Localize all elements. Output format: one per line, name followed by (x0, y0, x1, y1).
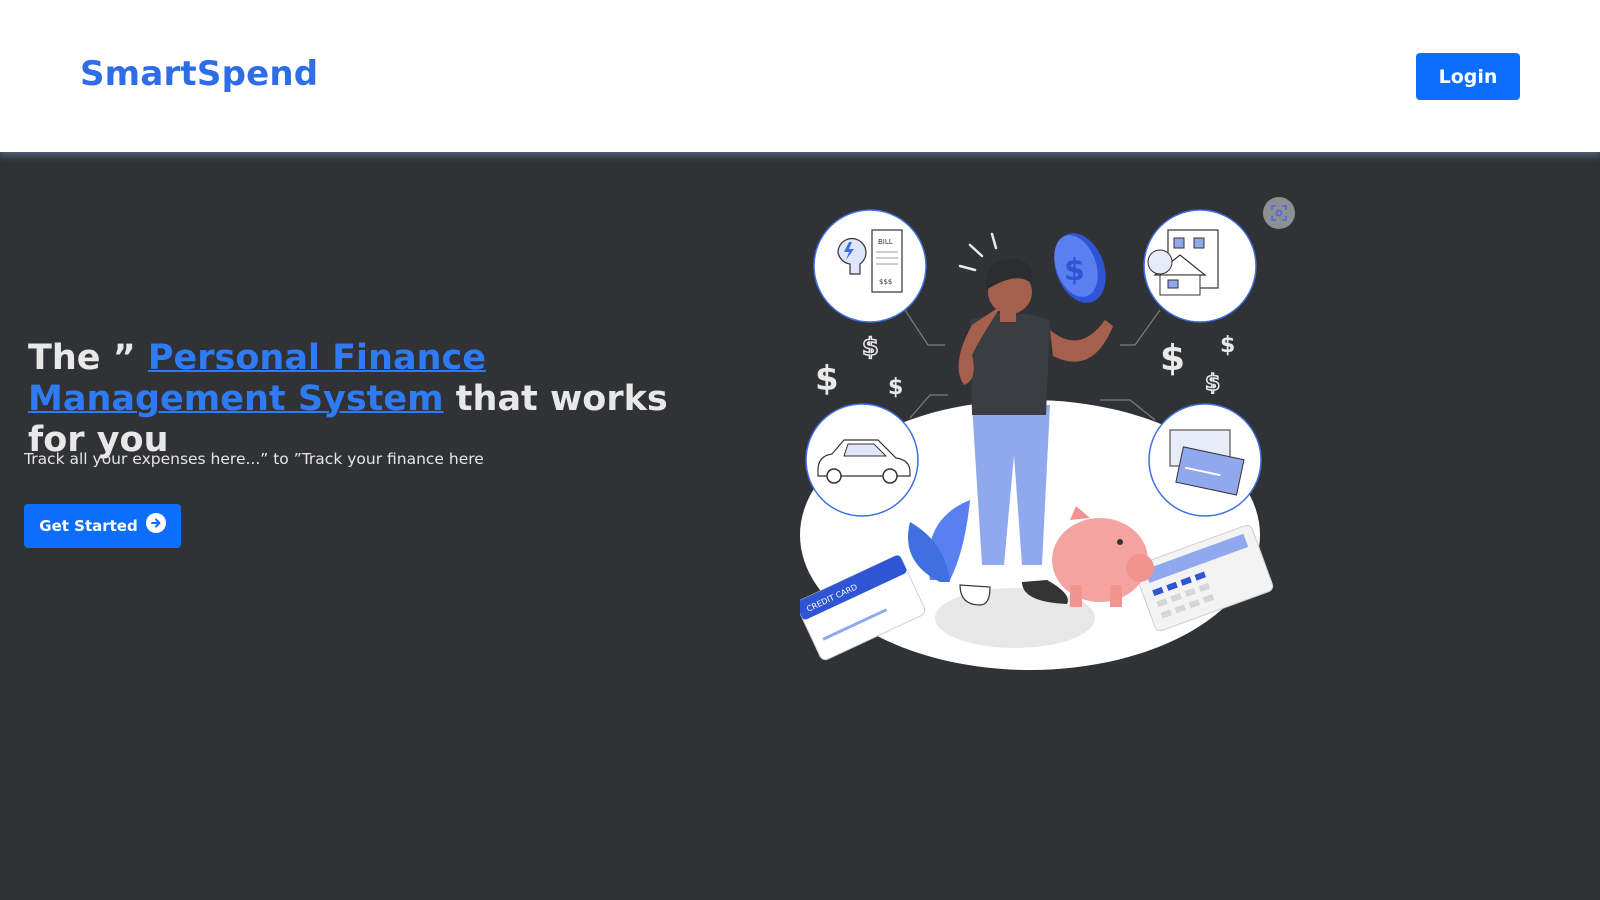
hero-title-prefix: The ” (28, 338, 148, 378)
scan-icon[interactable] (1263, 197, 1295, 229)
arrow-circle-right-icon (145, 513, 166, 533)
house-circle (1143, 209, 1257, 323)
bill-circle: BILL $$$ (813, 209, 927, 323)
brand-logo[interactable]: SmartSpend (80, 54, 318, 94)
svg-text:$: $ (862, 333, 879, 361)
hero-subtitle: Track all your expenses here...” to ”Tra… (24, 450, 484, 468)
get-started-label: Get Started (39, 517, 138, 535)
svg-text:$: $ (1205, 371, 1220, 396)
get-started-button[interactable]: Get Started (24, 504, 181, 548)
svg-text:$: $ (1220, 333, 1235, 358)
svg-text:$: $ (1160, 338, 1185, 379)
svg-text:$: $ (1064, 253, 1085, 288)
coin-icon: $ (1054, 233, 1106, 303)
svg-text:$: $ (888, 375, 903, 400)
bill-amount: $$$ (879, 278, 892, 286)
login-button[interactable]: Login (1416, 53, 1520, 100)
svg-text:$: $ (815, 359, 839, 399)
car-circle (805, 403, 919, 517)
cards-circle (1148, 403, 1262, 517)
hero-title: The ” Personal Finance Management System… (28, 338, 708, 461)
thought-lines (958, 232, 998, 272)
bill-label: BILL (878, 238, 893, 246)
finance-illustration: BILL $$$ $ $ $ $ $ $ $ CREDIT CARD (800, 209, 1274, 670)
navbar: SmartSpend Login (0, 0, 1600, 152)
